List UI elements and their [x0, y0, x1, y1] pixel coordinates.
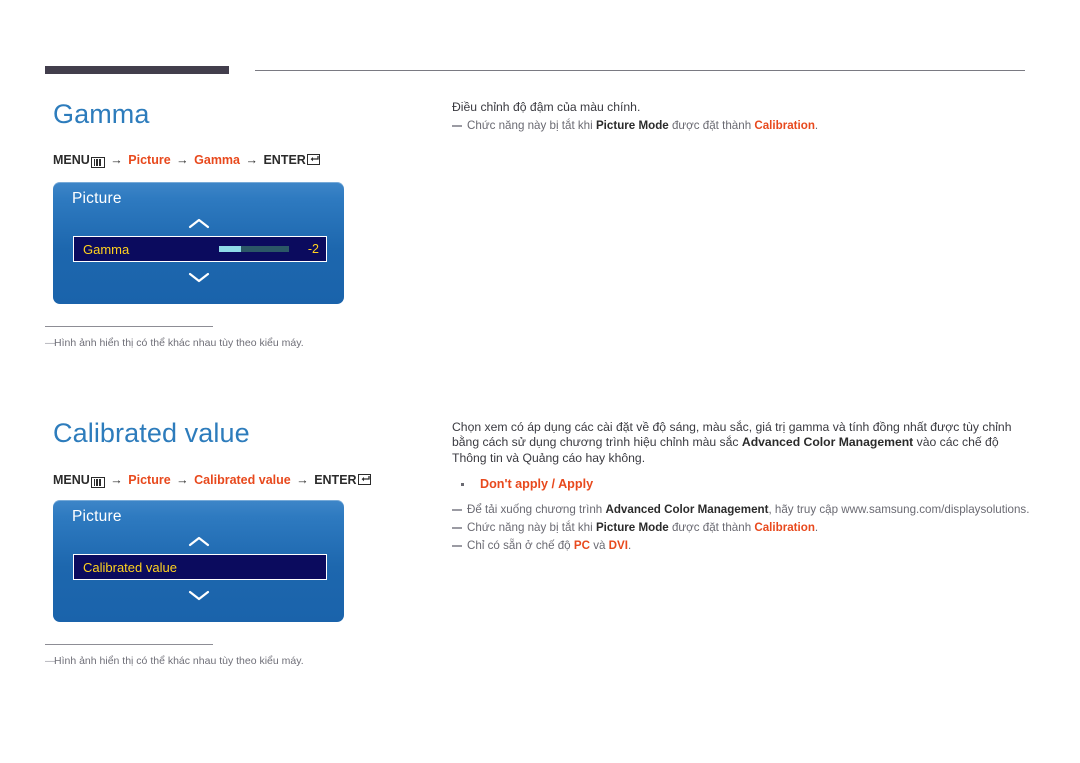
- osd-selected-row-gamma[interactable]: Gamma -2: [73, 236, 327, 262]
- breadcrumb-arrow: →: [245, 153, 258, 167]
- note-text: Chức năng này bị tắt khi: [467, 521, 596, 535]
- footnote-rule: [45, 644, 213, 645]
- note-text: và: [589, 539, 609, 553]
- right-column-calibrated-value: Chọn xem có áp dụng các cài đặt về độ sá…: [452, 420, 1029, 553]
- note-term-picture-mode: Picture Mode: [595, 119, 669, 133]
- page-title-gamma: Gamma: [53, 99, 150, 129]
- osd-title: Picture: [72, 508, 122, 525]
- breadcrumb-step-gamma: Gamma: [194, 153, 240, 167]
- gamma-note-1: Chức năng này bị tắt khi Picture Mode đư…: [452, 118, 1022, 133]
- calibrated-value-note-3: Chỉ có sẵn ở chế độ PC và DVI.: [452, 538, 1022, 553]
- osd-row-label: Gamma: [83, 241, 130, 257]
- note-term-pc: PC: [573, 539, 590, 553]
- enter-return-icon: [306, 154, 320, 165]
- chevron-down-icon[interactable]: [53, 270, 344, 288]
- footnote-body: Hình ảnh hiển thị có thể khác nhau tùy t…: [54, 655, 304, 667]
- chevron-down-icon[interactable]: [53, 588, 344, 606]
- calibrated-value-note-2: Chức năng này bị tắt khi Picture Mode đư…: [452, 520, 1022, 535]
- chevron-up-icon[interactable]: [53, 216, 344, 234]
- note-term-picture-mode: Picture Mode: [595, 521, 669, 535]
- footnote-dash: ―: [45, 655, 56, 667]
- manual-page: Gamma MENU → Picture → Gamma → ENTER Pic…: [0, 0, 1080, 763]
- note-term-calibration: Calibration: [754, 119, 815, 133]
- breadcrumb-arrow: →: [176, 153, 189, 167]
- right-column-gamma: Điều chỉnh độ đậm của màu chính. Chức nă…: [452, 100, 1022, 133]
- gamma-slider-fill: [219, 246, 241, 252]
- breadcrumb-menu-label: MENU: [53, 153, 90, 167]
- footnote-text: ―Hình ảnh hiển thị có thể khác nhau tùy …: [45, 336, 304, 350]
- note-text: .: [627, 539, 632, 553]
- note-term-calibration: Calibration: [754, 521, 815, 535]
- note-text: Chức năng này bị tắt khi: [467, 119, 596, 133]
- osd-row-label: Calibrated value: [83, 559, 177, 575]
- breadcrumb-enter-label: ENTER: [314, 473, 357, 487]
- note-text: được đặt thành: [668, 521, 755, 535]
- breadcrumb-step-calibrated-value: Calibrated value: [194, 473, 291, 487]
- breadcrumb-step-picture: Picture: [128, 473, 171, 487]
- breadcrumb-gamma: MENU → Picture → Gamma → ENTER: [53, 152, 320, 168]
- option-dont-apply-apply[interactable]: Don't apply / Apply: [452, 476, 1022, 492]
- menu-grid-icon: [90, 477, 105, 488]
- breadcrumb-enter-label: ENTER: [263, 153, 306, 167]
- desc-term-acm: Advanced Color Management: [741, 435, 914, 450]
- page-header-rule: [45, 66, 1025, 76]
- note-term-acm: Advanced Color Management: [605, 503, 769, 517]
- breadcrumb-arrow: →: [176, 473, 189, 487]
- note-text: được đặt thành: [668, 119, 755, 133]
- osd-picture-menu-calibrated-value: Picture Calibrated value: [53, 500, 344, 622]
- note-text: .: [814, 119, 819, 133]
- osd-picture-menu-gamma: Picture Gamma -2: [53, 182, 344, 304]
- breadcrumb-arrow: →: [110, 473, 123, 487]
- osd-title: Picture: [72, 190, 122, 207]
- gamma-value: -2: [307, 242, 319, 256]
- note-text: .: [814, 521, 819, 535]
- osd-footnote-gamma: ―Hình ảnh hiển thị có thể khác nhau tùy …: [45, 326, 304, 350]
- note-text: , hãy truy cập www.samsung.com/displayso…: [768, 503, 1030, 517]
- footnote-text: ―Hình ảnh hiển thị có thể khác nhau tùy …: [45, 654, 304, 668]
- breadcrumb-step-picture: Picture: [128, 153, 171, 167]
- note-text: Chỉ có sẵn ở chế độ: [467, 539, 574, 553]
- header-rule-thick: [45, 66, 229, 74]
- footnote-rule: [45, 326, 213, 327]
- page-title-calibrated-value: Calibrated value: [53, 418, 250, 448]
- header-rule-thin: [255, 70, 1025, 71]
- breadcrumb-menu-label: MENU: [53, 473, 90, 487]
- enter-return-icon: [357, 474, 371, 485]
- osd-selected-row-calibrated-value[interactable]: Calibrated value: [73, 554, 327, 580]
- menu-grid-icon: [90, 157, 105, 168]
- footnote-dash: ―: [45, 337, 56, 349]
- chevron-up-icon[interactable]: [53, 534, 344, 552]
- gamma-slider[interactable]: [219, 246, 289, 252]
- calibrated-value-note-1: Để tải xuống chương trình Advanced Color…: [452, 502, 1029, 517]
- note-text: Để tải xuống chương trình: [467, 503, 606, 517]
- gamma-description: Điều chỉnh độ đậm của màu chính.: [452, 100, 641, 114]
- calibrated-value-description: Chọn xem có áp dụng các cài đặt về độ sá…: [452, 420, 1022, 466]
- breadcrumb-arrow: →: [110, 153, 123, 167]
- note-term-dvi: DVI: [608, 539, 628, 553]
- breadcrumb-calibrated-value: MENU → Picture → Calibrated value → ENTE…: [53, 472, 371, 488]
- footnote-body: Hình ảnh hiển thị có thể khác nhau tùy t…: [54, 337, 304, 349]
- osd-footnote-calibrated-value: ―Hình ảnh hiển thị có thể khác nhau tùy …: [45, 644, 304, 668]
- breadcrumb-arrow: →: [296, 473, 309, 487]
